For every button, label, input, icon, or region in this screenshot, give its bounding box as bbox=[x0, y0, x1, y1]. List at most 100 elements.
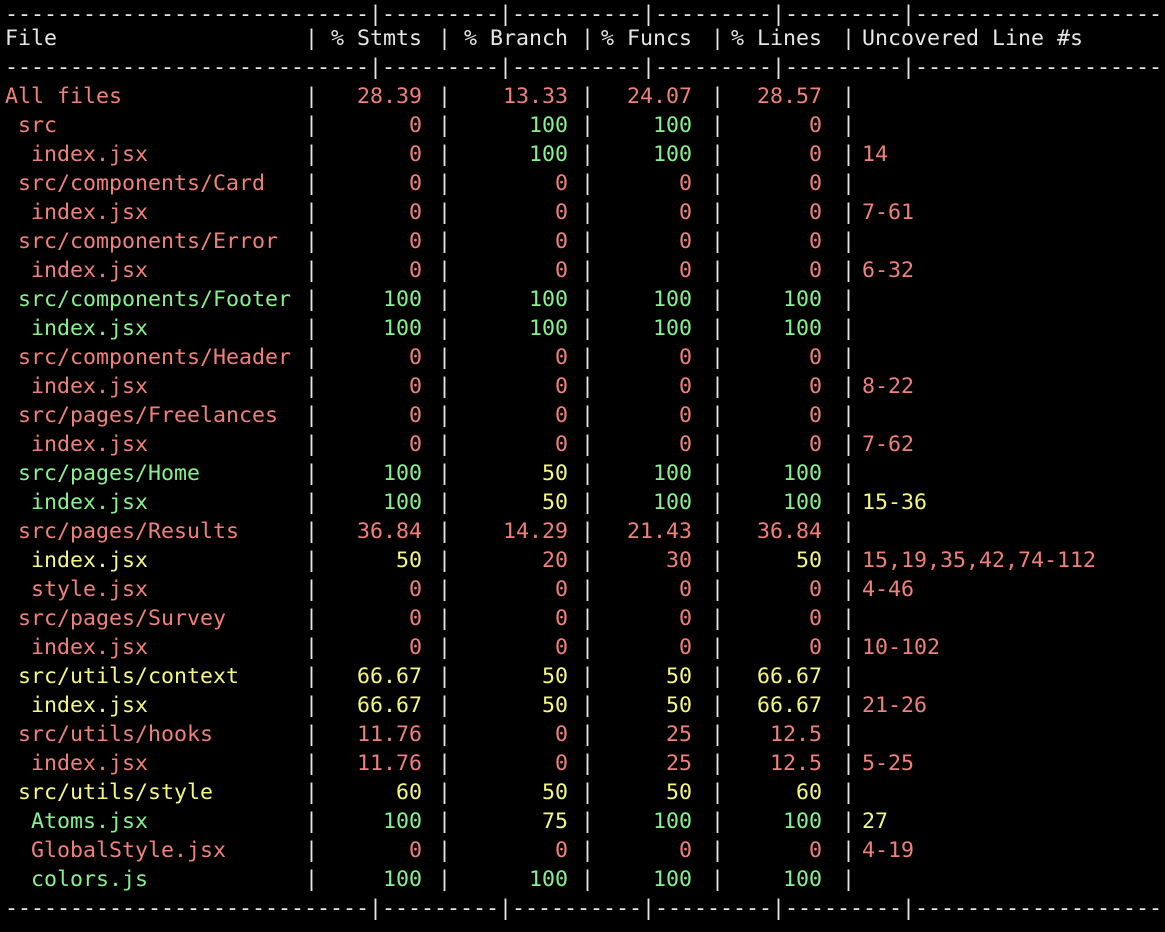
stmts-value: 0 bbox=[305, 256, 422, 285]
file-name: index.jsx bbox=[31, 372, 148, 401]
column-separator: | bbox=[842, 459, 855, 488]
lines-value: 36.84 bbox=[711, 517, 822, 546]
column-separator: | bbox=[842, 285, 855, 314]
branch-value: 100 bbox=[438, 140, 568, 169]
stmts-value: 100 bbox=[305, 807, 422, 836]
file-name: All files bbox=[5, 82, 122, 111]
branch-value: 0 bbox=[438, 256, 568, 285]
column-separator: | bbox=[842, 430, 855, 459]
header-stmts: % Stmts bbox=[305, 24, 422, 53]
column-separator: | bbox=[842, 111, 855, 140]
lines-value: 0 bbox=[711, 343, 822, 372]
stmts-value: 100 bbox=[305, 314, 422, 343]
file-name: src/pages/Results bbox=[18, 517, 239, 546]
lines-value: 0 bbox=[711, 169, 822, 198]
file-name: index.jsx bbox=[31, 140, 148, 169]
lines-value: 0 bbox=[711, 401, 822, 430]
funcs-value: 100 bbox=[581, 285, 692, 314]
file-name: src/components/Error bbox=[18, 227, 278, 256]
funcs-value: 0 bbox=[581, 401, 692, 430]
branch-value: 100 bbox=[438, 111, 568, 140]
column-separator: | bbox=[842, 720, 855, 749]
lines-value: 12.5 bbox=[711, 720, 822, 749]
file-name: index.jsx bbox=[31, 256, 148, 285]
file-name: index.jsx bbox=[31, 314, 148, 343]
column-separator: | bbox=[842, 546, 855, 575]
lines-value: 0 bbox=[711, 372, 822, 401]
column-separator: | bbox=[842, 778, 855, 807]
funcs-value: 0 bbox=[581, 575, 692, 604]
file-name: GlobalStyle.jsx bbox=[31, 836, 226, 865]
branch-value: 50 bbox=[438, 691, 568, 720]
branch-value: 100 bbox=[438, 865, 568, 894]
uncovered-lines: 6-32 bbox=[862, 256, 914, 285]
uncovered-lines: 15,19,35,42,74-112 bbox=[862, 546, 1096, 575]
file-name: Atoms.jsx bbox=[31, 807, 148, 836]
stmts-value: 28.39 bbox=[305, 82, 422, 111]
funcs-value: 21.43 bbox=[581, 517, 692, 546]
branch-value: 0 bbox=[438, 575, 568, 604]
column-separator: | bbox=[842, 314, 855, 343]
lines-value: 50 bbox=[711, 546, 822, 575]
stmts-value: 0 bbox=[305, 198, 422, 227]
stmts-value: 66.67 bbox=[305, 662, 422, 691]
branch-value: 50 bbox=[438, 778, 568, 807]
column-separator: | bbox=[842, 401, 855, 430]
stmts-value: 36.84 bbox=[305, 517, 422, 546]
file-name: src/components/Footer bbox=[18, 285, 291, 314]
file-name: colors.js bbox=[31, 865, 148, 894]
uncovered-lines: 15-36 bbox=[862, 488, 927, 517]
funcs-value: 50 bbox=[581, 691, 692, 720]
column-separator: | bbox=[842, 343, 855, 372]
funcs-value: 0 bbox=[581, 372, 692, 401]
stmts-value: 0 bbox=[305, 401, 422, 430]
lines-value: 0 bbox=[711, 430, 822, 459]
uncovered-lines: 4-46 bbox=[862, 575, 914, 604]
column-separator: | bbox=[842, 488, 855, 517]
branch-value: 0 bbox=[438, 227, 568, 256]
column-separator: | bbox=[842, 575, 855, 604]
branch-value: 14.29 bbox=[438, 517, 568, 546]
funcs-value: 50 bbox=[581, 662, 692, 691]
header-uncovered: Uncovered Line #s bbox=[862, 24, 1083, 53]
lines-value: 0 bbox=[711, 198, 822, 227]
stmts-value: 66.67 bbox=[305, 691, 422, 720]
uncovered-lines: 21-26 bbox=[862, 691, 927, 720]
branch-value: 0 bbox=[438, 604, 568, 633]
funcs-value: 0 bbox=[581, 604, 692, 633]
file-name: src/components/Card bbox=[18, 169, 265, 198]
lines-value: 0 bbox=[711, 227, 822, 256]
terminal-output: ----------------------------|---------|-… bbox=[5, 0, 1165, 932]
branch-value: 100 bbox=[438, 285, 568, 314]
stmts-value: 50 bbox=[305, 546, 422, 575]
column-separator: | bbox=[842, 749, 855, 778]
stmts-value: 0 bbox=[305, 227, 422, 256]
lines-value: 0 bbox=[711, 604, 822, 633]
stmts-value: 0 bbox=[305, 575, 422, 604]
column-separator: | bbox=[842, 140, 855, 169]
stmts-value: 0 bbox=[305, 169, 422, 198]
file-name: index.jsx bbox=[31, 488, 148, 517]
funcs-value: 100 bbox=[581, 807, 692, 836]
lines-value: 0 bbox=[711, 633, 822, 662]
funcs-value: 25 bbox=[581, 749, 692, 778]
file-name: index.jsx bbox=[31, 749, 148, 778]
file-name: src/pages/Survey bbox=[18, 604, 226, 633]
lines-value: 0 bbox=[711, 111, 822, 140]
funcs-value: 0 bbox=[581, 343, 692, 372]
column-separator: | bbox=[842, 691, 855, 720]
branch-value: 50 bbox=[438, 662, 568, 691]
branch-value: 100 bbox=[438, 314, 568, 343]
funcs-value: 24.07 bbox=[581, 82, 692, 111]
lines-value: 0 bbox=[711, 256, 822, 285]
lines-value: 0 bbox=[711, 836, 822, 865]
branch-value: 50 bbox=[438, 488, 568, 517]
file-name: src/utils/style bbox=[18, 778, 213, 807]
stmts-value: 0 bbox=[305, 372, 422, 401]
column-separator: | bbox=[842, 372, 855, 401]
column-separator: | bbox=[842, 865, 855, 894]
lines-value: 100 bbox=[711, 459, 822, 488]
funcs-value: 100 bbox=[581, 488, 692, 517]
uncovered-lines: 7-62 bbox=[862, 430, 914, 459]
branch-value: 0 bbox=[438, 749, 568, 778]
